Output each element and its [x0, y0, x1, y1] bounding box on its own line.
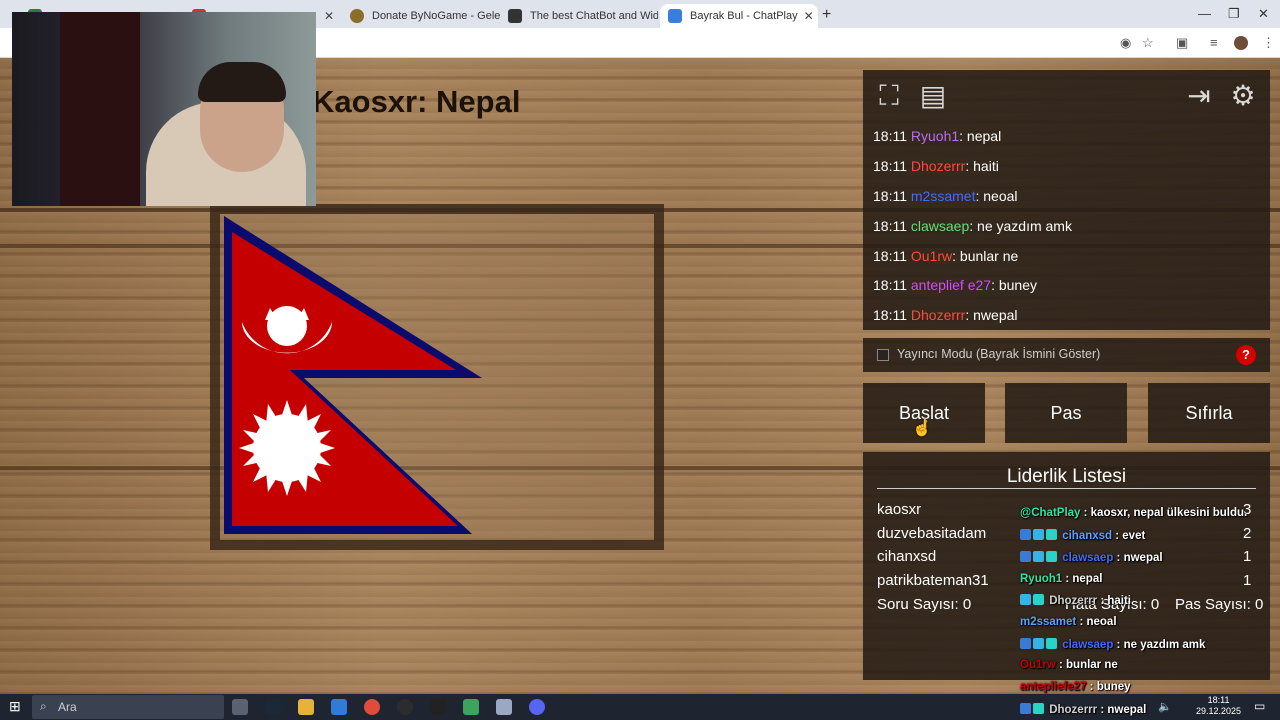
badge-icon: [1033, 594, 1044, 605]
gear-icon[interactable]: ⚙: [1225, 78, 1261, 114]
badge-icon: [1046, 551, 1057, 562]
streamer-mode-label: Yayıncı Modu (Bayrak İsmini Göster): [897, 347, 1101, 361]
pass-count: Pas Sayısı: 0: [1175, 596, 1264, 613]
leaderboard-name: patrikbateman31: [877, 572, 989, 589]
badge-icon: [1020, 703, 1031, 714]
overlay-chat-line: @ChatPlay : kaosxr, nepal ülkesini buldu…: [1020, 507, 1248, 519]
overlay-chat-line: Ou1rw : bunlar ne: [1020, 659, 1118, 671]
badge-icon: [1020, 638, 1031, 649]
chat-message: 18:11 clawsaep: ne yazdım amk: [873, 218, 1072, 234]
overlay-chat-line: clawsaep : ne yazdım amk: [1020, 638, 1205, 651]
taskbar-search[interactable]: ⌕ Ara: [32, 695, 224, 719]
webcam-background: [60, 12, 140, 206]
epic-games-icon[interactable]: [430, 699, 446, 715]
badge-icon: [1020, 551, 1031, 562]
leaderboard-score: 2: [1243, 525, 1252, 542]
reset-button[interactable]: Sıfırla: [1148, 383, 1270, 443]
minimize-button[interactable]: —: [1198, 6, 1211, 21]
browser-tab[interactable]: Donate ByNoGame - Gelen/Gid ✕: [342, 4, 500, 28]
bynogame-icon: [350, 9, 364, 23]
badge-icon: [1033, 638, 1044, 649]
leaderboard-score: 1: [1243, 572, 1252, 589]
eye-off-icon[interactable]: ◉: [1120, 35, 1131, 51]
streamer-hair: [198, 62, 286, 102]
badge-icon: [1033, 551, 1044, 562]
new-tab-button[interactable]: +: [822, 6, 831, 24]
volume-icon[interactable]: 🔈: [1158, 700, 1172, 713]
badge-icon: [1046, 638, 1057, 649]
tab-close-icon[interactable]: ✕: [798, 9, 814, 23]
chat-message: 18:11 m2ssamet: neoal: [873, 188, 1018, 204]
app-icon[interactable]: [496, 699, 512, 715]
browser-tab[interactable]: The best ChatBot and Widgets ✕: [500, 4, 658, 28]
overlay-chat-line: antepliefe27 : buney: [1020, 681, 1131, 693]
question-count: Soru Sayısı: 0: [877, 596, 972, 613]
close-window-button[interactable]: ✕: [1258, 6, 1269, 22]
menu-kebab-icon[interactable]: ⋮: [1262, 35, 1275, 51]
discord-icon[interactable]: [529, 699, 545, 715]
question-title: Kaosxr: Nepal: [312, 84, 521, 119]
chrome-icon[interactable]: [364, 699, 380, 715]
search-icon: ⌕: [40, 699, 47, 713]
badge-icon: [1020, 529, 1031, 540]
overlay-chat-line: Ryuoh1 : nepal: [1020, 573, 1103, 585]
badge-icon: [1033, 529, 1044, 540]
task-view-icon[interactable]: [232, 699, 248, 715]
overlay-chat-line: Dhozerrr : haiti: [1020, 594, 1131, 607]
chat-message: 18:11 Ou1rw: bunlar ne: [873, 248, 1019, 264]
media-icon[interactable]: ≡: [1210, 35, 1218, 50]
chat-message: 18:11 anteplief e27: buney: [873, 277, 1038, 293]
tab-label: Donate ByNoGame - Gelen/Gid: [372, 10, 500, 22]
leaderboard-divider: [877, 488, 1256, 489]
profile-avatar[interactable]: [1234, 36, 1248, 50]
leaderboard-title: Liderlik Listesi: [1006, 466, 1127, 487]
pass-button[interactable]: Pas: [1005, 383, 1127, 443]
overlay-chat-line: Dhozerrr : nwepal: [1020, 703, 1146, 716]
browser-tab-active[interactable]: Bayrak Bul - ChatPlay ✕: [660, 4, 818, 28]
tab-close-icon[interactable]: ✕: [318, 9, 334, 23]
tab-label: Bayrak Bul - ChatPlay: [690, 10, 798, 22]
overlay-chat-line: m2ssamet : neoal: [1020, 616, 1117, 628]
leaderboard-name: duzvebasitadam: [877, 525, 987, 542]
badge-icon: [1033, 703, 1044, 714]
chat-panel: ⛶ ▤ ⇥ ⚙ 18:11 Ryuoh1: nepal 18:11 Dhozer…: [863, 70, 1270, 330]
leaderboard-score: 1: [1243, 548, 1252, 565]
document-icon[interactable]: ▤: [915, 78, 951, 114]
notification-icon[interactable]: ▭: [1254, 699, 1265, 713]
leaderboard-name: kaosxr: [877, 501, 922, 518]
overlay-chat-line: cihanxsd : evet: [1020, 529, 1145, 542]
overlay-chat-line: clawsaep : nwepal: [1020, 551, 1163, 564]
chat-message: 18:11 Dhozerrr: haiti: [873, 158, 999, 174]
help-button[interactable]: ?: [1236, 345, 1256, 365]
maximize-button[interactable]: ❐: [1228, 6, 1240, 22]
obs-icon[interactable]: [397, 699, 413, 715]
nepal-flag: [224, 216, 482, 534]
chat-message: 18:11 Dhozerrr: nwepal: [873, 307, 1018, 323]
tab-label: The best ChatBot and Widgets: [530, 10, 658, 22]
app-icon[interactable]: [463, 699, 479, 715]
fullscreen-icon[interactable]: ⛶: [871, 78, 907, 114]
chatbot-icon: [508, 9, 522, 23]
extensions-icon[interactable]: ▣: [1176, 35, 1188, 51]
bookmark-star-icon[interactable]: ☆: [1142, 35, 1154, 51]
store-icon[interactable]: [331, 699, 347, 715]
badge-icon: [1046, 529, 1057, 540]
taskbar-clock[interactable]: 18:11 29.12.2025: [1196, 695, 1241, 717]
leaderboard-name: cihanxsd: [877, 548, 937, 565]
streamer-mode-checkbox[interactable]: [877, 349, 889, 361]
exit-icon[interactable]: ⇥: [1181, 78, 1217, 114]
chatplay-icon: [668, 9, 682, 23]
windows-start-icon[interactable]: ⊞: [9, 698, 21, 715]
sun-icon: [239, 400, 335, 496]
badge-icon: [1020, 594, 1031, 605]
file-explorer-icon[interactable]: [298, 699, 314, 715]
webcam-overlay: [12, 12, 316, 206]
mouse-cursor-icon: ☝: [912, 420, 932, 437]
streamer-mode-bar: Yayıncı Modu (Bayrak İsmini Göster) ?: [863, 338, 1270, 372]
chat-message: 18:11 Ryuoh1: nepal: [873, 128, 1002, 144]
steam-icon[interactable]: [265, 699, 281, 715]
